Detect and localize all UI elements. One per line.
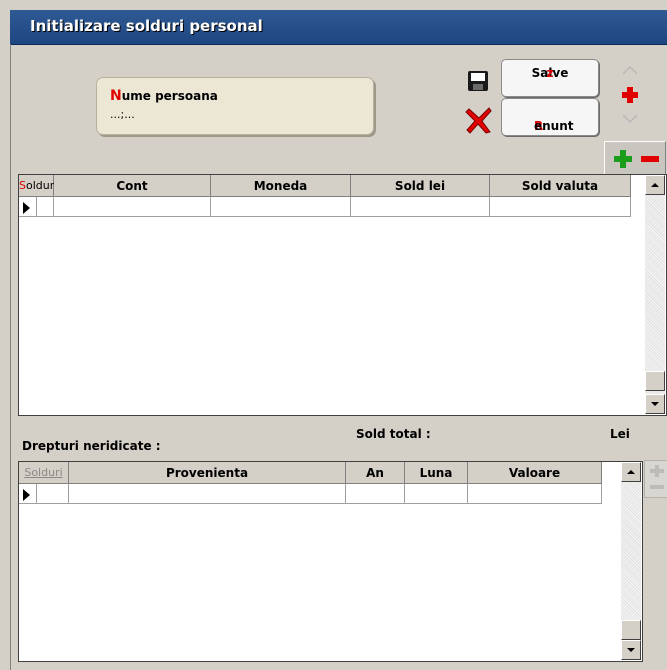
person-label-hotkey: N xyxy=(110,88,122,104)
row-indicator xyxy=(19,197,37,217)
person-label: Nume persoana xyxy=(110,88,218,104)
disabled-minus-icon xyxy=(650,485,664,489)
moneda-col-header[interactable]: Moneda xyxy=(211,175,351,197)
drepturi-title: Drepturi neridicate : xyxy=(22,439,161,453)
arrow-up-icon[interactable] xyxy=(622,65,638,75)
window-titlebar: Initializare solduri personal xyxy=(10,10,667,45)
drepturi-scroll-thumb[interactable] xyxy=(621,620,641,640)
row-pointer-icon xyxy=(23,202,30,214)
scroll-thumb[interactable] xyxy=(645,371,665,391)
sold-lei-cell[interactable] xyxy=(351,197,490,217)
floppy-disk-icon[interactable] xyxy=(467,70,489,92)
drepturi-table: Solduri Provenienta An Luna Valoare xyxy=(18,461,643,662)
drepturi-scroll-up-button[interactable] xyxy=(621,462,641,482)
solduri-header-hotkey: S xyxy=(19,179,26,192)
green-plus-icon[interactable] xyxy=(613,149,633,169)
row-ops-panel xyxy=(604,141,666,175)
provenienta-cell[interactable] xyxy=(69,484,346,504)
sold-valuta-col-header[interactable]: Sold valuta xyxy=(490,175,631,197)
valoare-col-header[interactable]: Valoare xyxy=(468,462,602,484)
solduri-table: Solduri Cont Moneda Sold lei Sold valuta xyxy=(18,174,667,416)
scroll-down-arrow-icon xyxy=(651,402,659,406)
person-label-text: ume persoana xyxy=(121,89,218,103)
moneda-cell[interactable] xyxy=(211,197,351,217)
an-col-header[interactable]: An xyxy=(346,462,405,484)
window-title: Initializare solduri personal xyxy=(30,17,263,35)
drepturi-scroll-down-arrow-icon xyxy=(627,648,635,652)
solduri-vertical-scrollbar[interactable] xyxy=(645,175,665,414)
cancel-button-text: enunt xyxy=(534,119,574,133)
valoare-cell[interactable] xyxy=(468,484,602,504)
arrow-down-icon[interactable] xyxy=(622,113,638,123)
cancel-button[interactable]: Renunt xyxy=(501,98,599,136)
scroll-down-button[interactable] xyxy=(645,394,665,414)
drepturi-solduri-col-header: Solduri xyxy=(19,462,69,484)
drepturi-row-pointer-icon xyxy=(23,489,30,501)
luna-cell[interactable] xyxy=(405,484,468,504)
solduri-header-text: olduri xyxy=(25,179,58,192)
person-info-box: Nume persoana ...;... xyxy=(96,77,374,135)
sold-valuta-cell[interactable] xyxy=(490,197,631,217)
save-button-hotkey: z xyxy=(546,66,554,80)
scroll-up-arrow-icon xyxy=(651,183,659,187)
provenienta-col-header[interactable]: Provenienta xyxy=(69,462,346,484)
drepturi-vertical-scrollbar[interactable] xyxy=(621,462,641,660)
scroll-up-button[interactable] xyxy=(645,175,665,195)
red-minus-icon[interactable] xyxy=(640,149,660,169)
cont-cell[interactable] xyxy=(54,197,211,217)
drepturi-row-ops-panel xyxy=(644,460,667,498)
red-plus-icon[interactable] xyxy=(622,86,638,104)
sold-total-label: Sold total : xyxy=(356,427,431,441)
luna-col-header[interactable]: Luna xyxy=(405,462,468,484)
cont-col-header[interactable]: Cont xyxy=(54,175,211,197)
person-value: ...;... xyxy=(110,108,135,121)
drepturi-scroll-down-button[interactable] xyxy=(621,640,641,660)
an-cell[interactable] xyxy=(346,484,405,504)
drepturi-scroll-up-arrow-icon xyxy=(627,470,635,474)
drepturi-row-indicator xyxy=(19,484,37,504)
disabled-plus-icon xyxy=(650,465,664,477)
red-x-icon[interactable] xyxy=(465,106,493,134)
drepturi-solduri-cell[interactable] xyxy=(37,484,69,504)
sold-lei-col-header[interactable]: Sold lei xyxy=(351,175,490,197)
solduri-cell[interactable] xyxy=(37,197,54,217)
sold-total-currency: Lei xyxy=(610,427,630,441)
solduri-col-header: Solduri xyxy=(19,175,58,197)
save-button[interactable]: Salve z xyxy=(501,59,599,97)
